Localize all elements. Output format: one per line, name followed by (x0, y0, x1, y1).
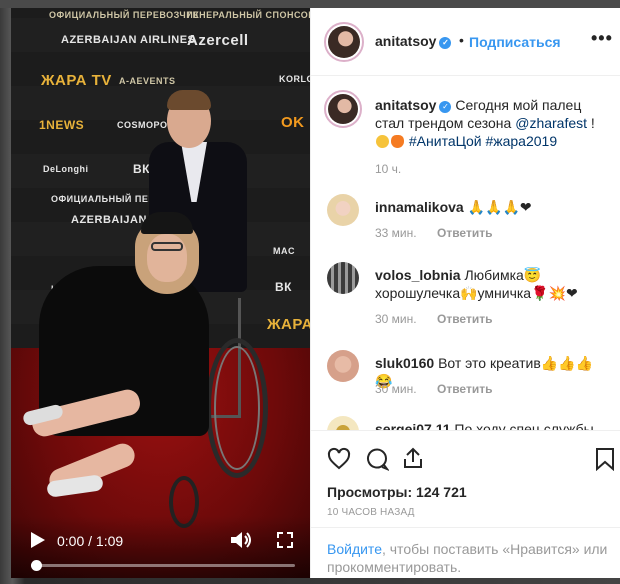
wheelchair-rim (214, 346, 260, 470)
login-prompt: Войдите, чтобы поставить «Нравится» или … (311, 527, 620, 579)
mention-link[interactable]: @zharafest (515, 115, 587, 131)
reply-button[interactable]: Ответить (437, 382, 492, 396)
bookmark-icon[interactable] (595, 447, 615, 471)
verified-badge-icon: ✓ (439, 37, 452, 49)
caption-punctuation: ! (587, 115, 595, 131)
wink-emoji-icon (376, 135, 389, 148)
login-link[interactable]: Войдите (327, 541, 382, 557)
volume-icon[interactable] (231, 531, 253, 549)
post-sidebar: anitatsoy ✓ • Подписаться ••• anitatsoy ✓ … (310, 8, 620, 578)
comment-item: sergej07.11 По ходу спец службы (311, 416, 620, 430)
heart-icon[interactable] (327, 447, 351, 471)
caption-time[interactable]: 10 ч. (375, 162, 401, 176)
login-prompt-text: Войдите, чтобы поставить «Нравится» или … (327, 540, 613, 576)
comment-time[interactable]: 30 мин. (375, 382, 417, 396)
comment-text: innamalikova 🙏🙏🙏❤ (375, 198, 603, 216)
man-hair (167, 90, 211, 110)
follow-button[interactable]: Подписаться (469, 34, 561, 50)
wall-logo: Azercell (187, 32, 249, 49)
fullscreen-icon[interactable] (277, 532, 293, 548)
wall-logo: 1NEWS (39, 118, 85, 132)
comment-time[interactable]: 30 мин. (375, 312, 417, 326)
commenter-avatar[interactable] (327, 416, 359, 430)
wall-logo: ЖАРА TV (41, 72, 112, 89)
comment-username[interactable]: innamalikova (375, 199, 464, 215)
comment-username[interactable]: volos_lobnia (375, 267, 461, 283)
comment-body: 🙏🙏🙏❤ (467, 199, 532, 215)
video-time: 0:00 / 1:09 (57, 533, 124, 549)
comment-item: sluk0160 Вот это креатив👍👍👍😂 30 мин. Отв… (311, 350, 620, 410)
separator-dot: • (459, 32, 464, 48)
woman-glasses (151, 242, 183, 251)
post-header: anitatsoy ✓ • Подписаться ••• (311, 8, 620, 76)
woman-cap (141, 212, 193, 234)
hashtags[interactable]: #АнитаЦой #жара2019 (409, 133, 557, 149)
views-count[interactable]: Просмотры: 124 721 (327, 484, 467, 500)
wall-logo: AZERBAIJAN AIRLINES (61, 34, 196, 46)
video-progress-knob[interactable] (31, 560, 43, 571)
commenter-avatar[interactable] (327, 194, 359, 226)
reply-button[interactable]: Ответить (437, 312, 492, 326)
comment-body: По ходу спец службы (454, 421, 594, 430)
wall-logo: ГЕНЕРАЛЬНЫЙ СПОНСОР (187, 10, 310, 20)
author-username[interactable]: anitatsoy ✓ (375, 33, 452, 49)
author-avatar[interactable] (324, 22, 364, 62)
play-icon[interactable] (31, 532, 45, 548)
fire-emoji-icon (391, 135, 404, 148)
reply-button[interactable]: Ответить (437, 226, 492, 240)
wall-logo: A-AEVENTS (119, 76, 176, 86)
wall-logo: MAC (273, 246, 295, 256)
comment-time[interactable]: 33 мин. (375, 226, 417, 240)
comment-item: volos_lobnia Любимка😇 хорошулечка🙌умничк… (311, 262, 620, 342)
comment-icon[interactable] (365, 447, 389, 471)
post-video[interactable]: ОФИЦИАЛЬНЫЙ ПЕРЕВОЗЧИК ГЕНЕРАЛЬНЫЙ СПОНС… (11, 8, 310, 578)
post-actions: Просмотры: 124 721 10 ЧАСОВ НАЗАД Войдит… (311, 430, 620, 578)
comment-username[interactable]: sergej07.11 (375, 421, 451, 430)
commenter-avatar[interactable] (327, 262, 359, 294)
verified-badge-icon: ✓ (439, 101, 452, 113)
comment-text: sergej07.11 По ходу спец службы (375, 420, 603, 430)
caption-text: anitatsoy ✓ Сегодня мой палец стал трендо… (375, 96, 603, 150)
wall-logo: ВК (133, 162, 150, 176)
wall-logo: ЖАРА TV (267, 316, 310, 333)
wall-logo: ОФИЦИАЛЬНЫЙ ПЕРЕВОЗЧИК (49, 10, 200, 20)
video-controls: 0:00 / 1:09 (11, 516, 310, 578)
wall-logo: ВК (275, 280, 292, 294)
backdrop-strip (0, 0, 620, 8)
caption-username[interactable]: anitatsoy (375, 97, 436, 113)
wall-logo: OK (281, 114, 305, 131)
wall-logo: KORLOFF (279, 74, 310, 84)
more-options-icon[interactable]: ••• (591, 28, 613, 49)
comment-text: volos_lobnia Любимка😇 хорошулечка🙌умничк… (375, 266, 603, 302)
caption: anitatsoy ✓ Сегодня мой палец стал трендо… (311, 90, 620, 182)
comment-item: innamalikova 🙏🙏🙏❤ 33 мин. Ответить (311, 194, 620, 254)
comments-list[interactable]: anitatsoy ✓ Сегодня мой палец стал трендо… (311, 76, 620, 430)
comment-username[interactable]: sluk0160 (375, 355, 434, 371)
share-icon[interactable] (401, 446, 425, 470)
commenter-avatar[interactable] (327, 350, 359, 382)
author-avatar[interactable] (324, 90, 362, 128)
video-progress-bar[interactable] (31, 560, 295, 571)
wall-logo: DeLonghi (43, 164, 89, 174)
post-timestamp[interactable]: 10 ЧАСОВ НАЗАД (327, 507, 415, 518)
